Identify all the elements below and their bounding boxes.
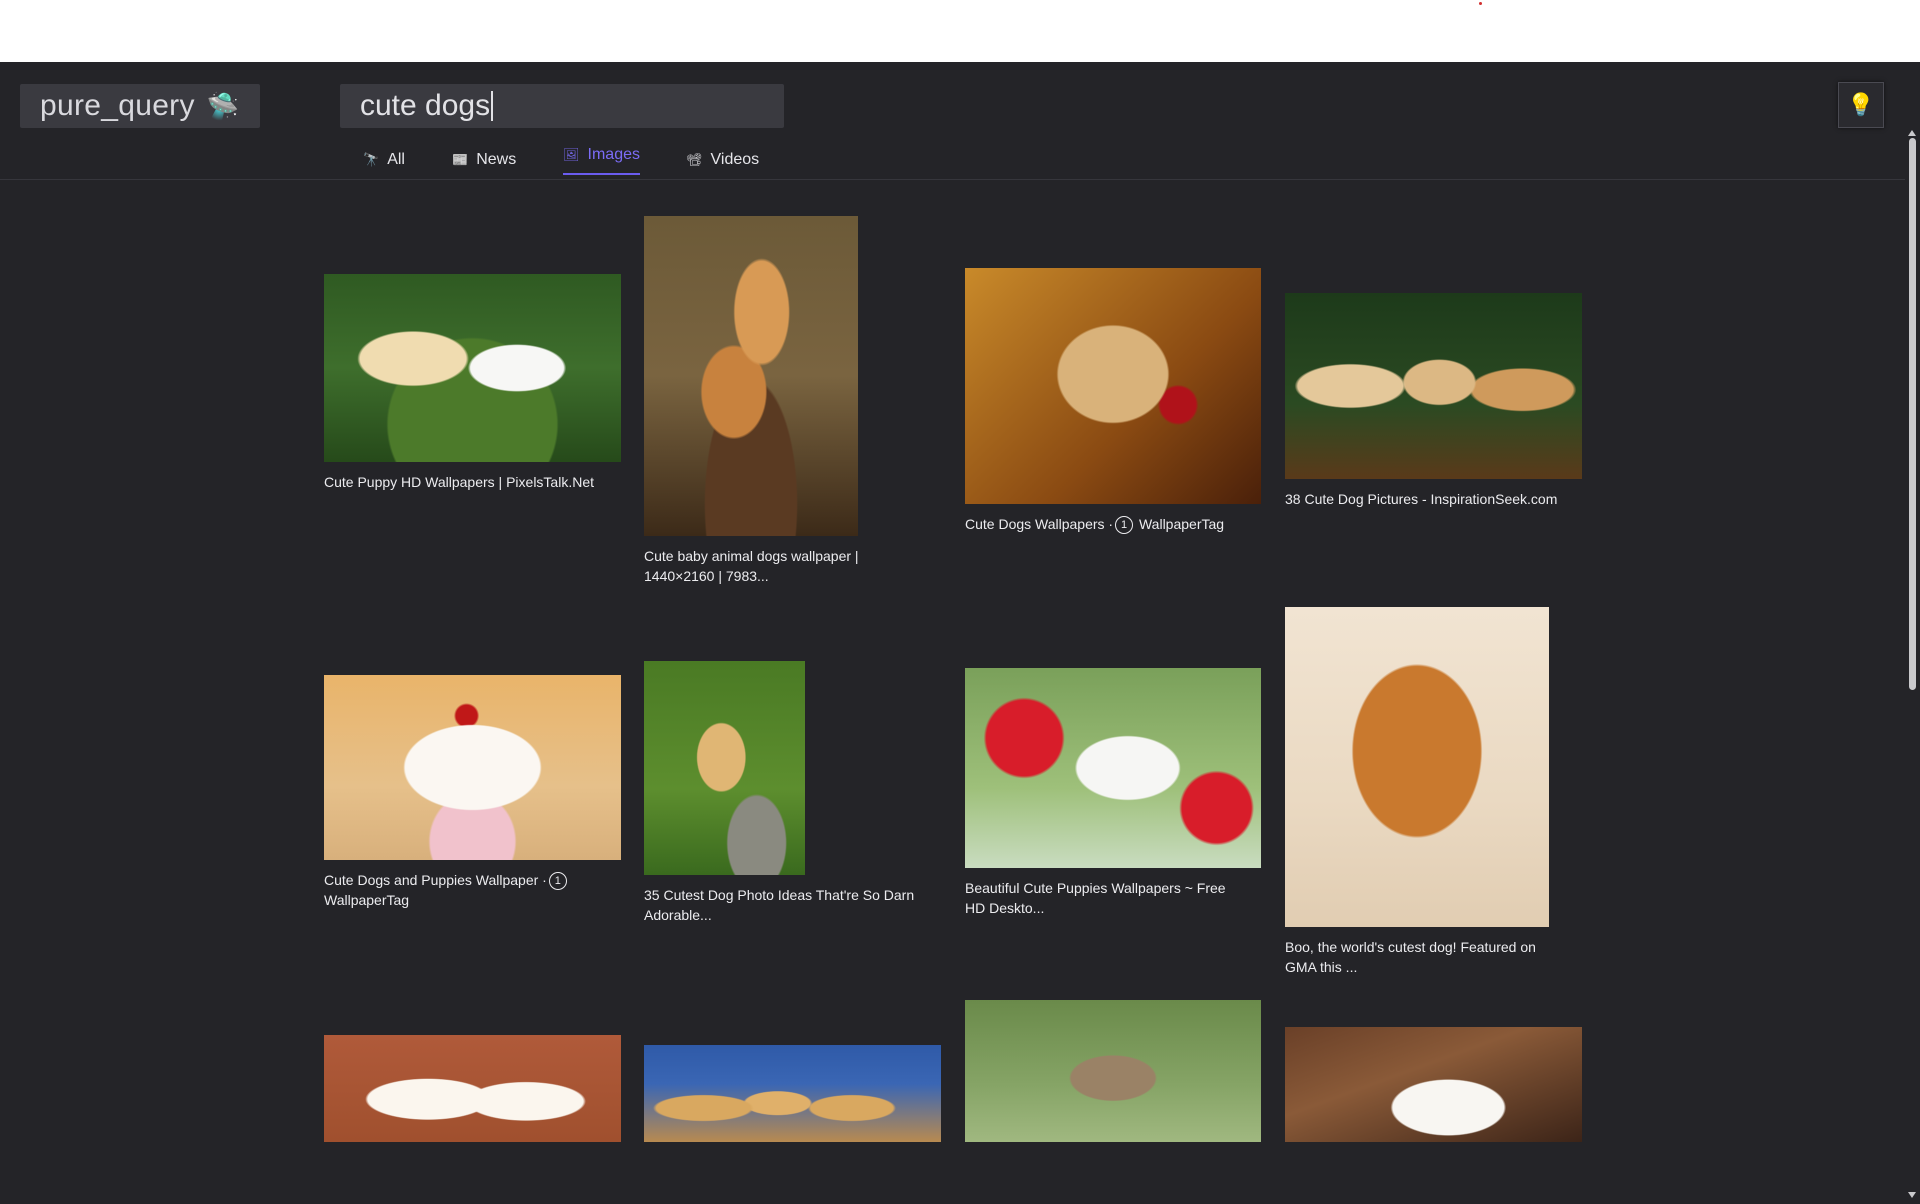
theme-toggle-button[interactable]: 💡 — [1838, 82, 1884, 128]
tab-all[interactable]: 🔭 All — [363, 142, 405, 178]
scroll-up-arrow-icon[interactable] — [1908, 130, 1916, 136]
search-query: cute dogs — [360, 89, 491, 122]
result-caption[interactable]: 38 Cute Dog Pictures - InspirationSeek.c… — [1285, 489, 1585, 509]
result-caption[interactable]: Cute baby animal dogs wallpaper | 1440×2… — [644, 546, 944, 586]
caption-text: WallpaperTag — [1135, 516, 1225, 532]
result-caption[interactable]: Cute Dogs and Puppies Wallpaper · 1 Wallp… — [324, 870, 624, 910]
header-divider — [0, 179, 1905, 180]
result-thumbnail[interactable] — [324, 1035, 621, 1142]
result-thumbnail[interactable] — [965, 668, 1261, 868]
image-result[interactable]: Cute Dogs and Puppies Wallpaper · 1 Wallp… — [324, 675, 624, 910]
search-input[interactable]: cute dogs — [340, 84, 784, 128]
result-thumbnail[interactable] — [965, 268, 1261, 504]
caption-text: Cute Dogs and Puppies Wallpaper · — [324, 872, 547, 888]
caption-text: WallpaperTag — [324, 892, 410, 909]
tab-label: News — [476, 151, 517, 168]
circled-number: 1 — [548, 872, 567, 891]
caption-text: Cute Dogs Wallpapers · — [965, 516, 1114, 532]
tab-videos[interactable]: 📽 Videos — [686, 142, 759, 178]
result-thumbnail[interactable] — [324, 675, 621, 860]
scroll-down-arrow-icon[interactable] — [1908, 1192, 1916, 1198]
tab-label: Videos — [710, 151, 760, 168]
tab-label: Images — [587, 146, 640, 163]
image-result[interactable]: 35 Cutest Dog Photo Ideas That're So Dar… — [644, 661, 944, 925]
result-caption[interactable]: 35 Cutest Dog Photo Ideas That're So Dar… — [644, 885, 944, 925]
image-result[interactable] — [1285, 1027, 1582, 1142]
scrollbar-thumb[interactable] — [1909, 138, 1916, 690]
telescope-icon: 🔭 — [363, 152, 380, 167]
tab-label: All — [387, 151, 405, 168]
result-thumbnail[interactable] — [644, 661, 805, 875]
caption-line: Beautiful Cute Puppies Wallpapers ~ Free — [965, 880, 1226, 896]
result-thumbnail[interactable] — [965, 1000, 1261, 1142]
result-thumbnail[interactable] — [644, 1045, 941, 1142]
circled-number: 1 — [1115, 516, 1134, 535]
image-result[interactable]: Boo, the world's cutest dog! Featured on… — [1285, 607, 1585, 977]
result-caption[interactable]: Cute Dogs Wallpapers · 1 WallpaperTag — [965, 514, 1265, 535]
image-result[interactable]: Cute Puppy HD Wallpapers | PixelsTalk.Ne… — [324, 274, 624, 492]
result-thumbnail[interactable] — [644, 216, 858, 536]
result-caption[interactable]: Cute Puppy HD Wallpapers | PixelsTalk.Ne… — [324, 472, 624, 492]
caption-line: Cute baby animal dogs wallpaper | — [644, 548, 859, 564]
result-thumbnail[interactable] — [1285, 607, 1549, 927]
image-result[interactable]: Beautiful Cute Puppies Wallpapers ~ Free… — [965, 668, 1265, 918]
logo-text: pure_query — [40, 89, 195, 122]
active-tab-underline — [563, 173, 640, 175]
text-caret — [491, 91, 494, 121]
logo[interactable]: pure_query 🛸 — [20, 84, 260, 128]
image-result[interactable]: 38 Cute Dog Pictures - InspirationSeek.c… — [1285, 293, 1585, 509]
search-app: pure_query 🛸 cute dogs 💡 🔭 All 📰 News 🖼 … — [0, 62, 1920, 1204]
result-thumbnail[interactable] — [324, 274, 621, 462]
caption-line: 35 Cutest Dog Photo Ideas That're So Dar… — [644, 887, 915, 903]
tab-images[interactable]: 🖼 Images — [563, 137, 640, 175]
caption-line: Adorable... — [644, 907, 712, 923]
image-result[interactable]: Cute Dogs Wallpapers · 1 WallpaperTag — [965, 268, 1265, 535]
tab-news[interactable]: 📰 News — [452, 142, 516, 178]
lightbulb-icon: 💡 — [1847, 92, 1875, 117]
image-result[interactable] — [644, 1045, 941, 1142]
newspaper-icon: 📰 — [452, 152, 469, 167]
result-caption[interactable]: Boo, the world's cutest dog! Featured on… — [1285, 937, 1585, 977]
caption-line: Boo, the world's cutest dog! Featured on — [1285, 939, 1536, 955]
image-result[interactable] — [965, 1000, 1261, 1142]
video-camera-icon: 📽 — [686, 152, 703, 167]
image-result[interactable] — [324, 1035, 621, 1142]
result-thumbnail[interactable] — [1285, 1027, 1582, 1142]
image-result[interactable]: Cute baby animal dogs wallpaper | 1440×2… — [644, 216, 944, 586]
browser-top-strip — [0, 0, 1920, 62]
result-caption[interactable]: Beautiful Cute Puppies Wallpapers ~ Free… — [965, 878, 1265, 918]
caption-line: 1440×2160 | 7983... — [644, 568, 769, 584]
images-icon: 🖼 — [563, 147, 580, 162]
vertical-scrollbar[interactable] — [1905, 124, 1920, 1204]
result-thumbnail[interactable] — [1285, 293, 1582, 479]
ufo-icon: 🛸 — [206, 90, 240, 121]
indicator-dot — [1479, 2, 1482, 5]
caption-line: GMA this ... — [1285, 959, 1358, 975]
caption-line: HD Deskto... — [965, 900, 1045, 916]
